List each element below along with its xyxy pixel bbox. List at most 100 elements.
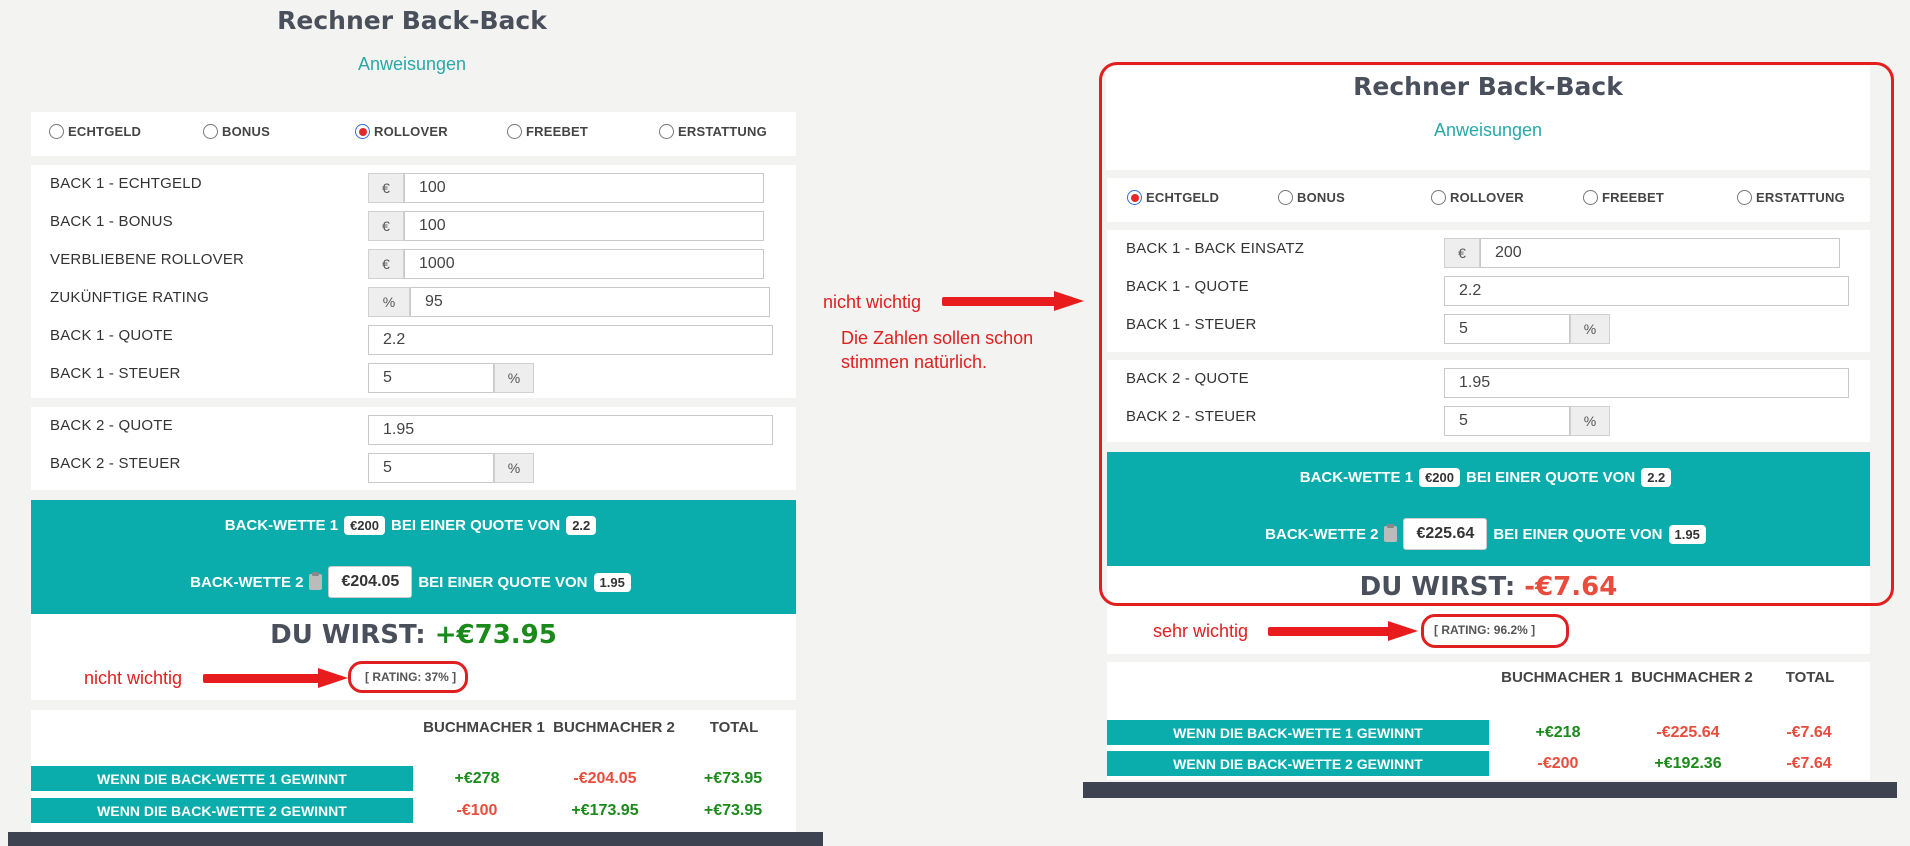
left-back2-card: BACK 2 - QUOTE 1.95 BACK 2 - STEUER 5 % (31, 407, 796, 490)
table-row-label: WENN DIE BACK-WETTE 2 GEWINNT (31, 798, 413, 823)
radio-circle[interactable] (659, 124, 674, 139)
left-radio-freebet[interactable]: FREEBET (507, 124, 588, 139)
radio-label: ECHTGELD (68, 124, 142, 139)
radio-label: ERSTATTUNG (678, 124, 767, 139)
bet-odds-label: BEI EINER QUOTE VON (418, 573, 588, 591)
left-back2-tax-input[interactable]: 5 (368, 453, 494, 483)
left-footer-bar (8, 832, 823, 846)
bet1-odds: 2.2 (566, 516, 597, 535)
left-back2-odds-input[interactable]: 1.95 (368, 415, 773, 445)
percent-addon: % (368, 287, 410, 317)
radio-circle[interactable] (355, 124, 370, 139)
table-header: TOTAL (709, 719, 759, 736)
table-header: BUCHMACHER 1 (423, 719, 545, 736)
table-cell: +€278 (454, 770, 500, 787)
left-result: DU WIRST: +€73.95 (31, 620, 796, 650)
left-back1-tax-field: 5 % (368, 363, 534, 393)
highlight-box (1099, 62, 1894, 606)
table-header: BUCHMACHER 1 (1501, 669, 1623, 686)
field-label: BACK 1 - QUOTE (50, 327, 173, 344)
annotation-label: nicht wichtig (823, 292, 922, 312)
left-bet-summary: BACK-WETTE 1 €200 BEI EINER QUOTE VON 2.… (31, 500, 796, 614)
table-header: BUCHMACHER 2 (1631, 669, 1753, 686)
bet1-amount: €200 (344, 516, 385, 535)
table-cell: +€73.95 (703, 770, 763, 787)
left-page-title: Rechner Back-Back (277, 6, 547, 35)
radio-label: BONUS (222, 124, 270, 139)
left-bet1-line: BACK-WETTE 1 €200 BEI EINER QUOTE VON 2.… (31, 516, 796, 535)
table-cell: +€218 (1535, 724, 1581, 741)
table-cell: -€7.64 (1786, 755, 1832, 772)
left-rating-input[interactable]: 95 (410, 287, 770, 317)
left-radio-bonus[interactable]: BONUS (203, 124, 270, 139)
field-label: BACK 2 - STEUER (50, 455, 181, 472)
annotation-label: nicht wichtig (84, 668, 183, 688)
bet-label: BACK-WETTE 1 (224, 517, 339, 534)
table-row-label: WENN DIE BACK-WETTE 1 GEWINNT (31, 766, 413, 791)
annotation-arrow-icon (942, 291, 1084, 311)
left-back1-card: BACK 1 - ECHTGELD € 100 BACK 1 - BONUS €… (31, 165, 796, 398)
radio-label: FREEBET (526, 124, 589, 139)
left-bonus-field: € 100 (368, 211, 764, 241)
field-label: VERBLIEBENE ROLLOVER (50, 251, 245, 268)
bet2-odds: 1.95 (593, 572, 631, 592)
annotation-arrow-icon (203, 668, 348, 688)
left-mode-radios: ECHTGELD BONUS ROLLOVER FREEBET ERSTATTU… (31, 112, 796, 156)
table-row-label: WENN DIE BACK-WETTE 1 GEWINNT (1107, 720, 1489, 745)
field-label: BACK 2 - QUOTE (50, 417, 173, 434)
table-cell: -€204.05 (573, 770, 637, 787)
bet-label: BACK-WETTE 2 (190, 573, 304, 591)
note-line: Die Zahlen sollen schon (841, 328, 1034, 348)
table-header: BUCHMACHER 2 (553, 719, 675, 736)
left-instructions-link[interactable]: Anweisungen (312, 54, 512, 75)
table-cell: -€100 (456, 802, 498, 819)
left-echtgeld-input[interactable]: 100 (404, 173, 764, 203)
left-back1-odds-input[interactable]: 2.2 (368, 325, 773, 355)
euro-addon: € (368, 173, 404, 203)
left-bet2-line: BACK-WETTE 2 €204.05 BEI EINER QUOTE VON… (31, 566, 796, 598)
highlight-oval (348, 661, 468, 693)
table-row-label: WENN DIE BACK-WETTE 2 GEWINNT (1107, 751, 1489, 776)
radio-circle[interactable] (203, 124, 218, 139)
field-label: BACK 1 - STEUER (50, 365, 181, 382)
left-rollover-input[interactable]: 1000 (404, 249, 764, 279)
field-label: BACK 1 - ECHTGELD (50, 175, 202, 192)
result-label: DU WIRST: (270, 620, 426, 650)
percent-addon: % (494, 363, 534, 393)
field-label: ZUKÜNFTIGE RATING (50, 289, 209, 306)
euro-addon: € (368, 211, 404, 241)
left-back2-tax-field: 5 % (368, 453, 534, 483)
table-cell: -€200 (1537, 755, 1579, 772)
table-cell: +€192.36 (1654, 755, 1722, 772)
left-radio-rollover[interactable]: ROLLOVER (355, 124, 448, 139)
right-footer-bar (1083, 782, 1897, 798)
euro-addon: € (368, 249, 404, 279)
bet2-amount-input[interactable]: €204.05 (328, 566, 413, 598)
table-cell: -€7.64 (1786, 724, 1832, 741)
radio-label: ROLLOVER (374, 124, 448, 139)
field-label: BACK 1 - BONUS (50, 213, 173, 230)
highlight-oval (1421, 614, 1569, 648)
left-radio-echtgeld[interactable]: ECHTGELD (49, 124, 141, 139)
left-echtgeld-field: € 100 (368, 173, 764, 203)
bet-odds-label: BEI EINER QUOTE VON (390, 517, 561, 534)
annotation-arrow-icon (1268, 621, 1418, 641)
left-rating-field: % 95 (368, 287, 770, 317)
left-radio-erstattung[interactable]: ERSTATTUNG (659, 124, 767, 139)
radio-circle[interactable] (507, 124, 522, 139)
table-cell: +€73.95 (703, 802, 763, 819)
percent-addon: % (494, 453, 534, 483)
left-back1-tax-input[interactable]: 5 (368, 363, 494, 393)
clipboard-icon[interactable] (309, 572, 323, 590)
left-bonus-input[interactable]: 100 (404, 211, 764, 241)
annotation-label: sehr wichtig (1153, 621, 1249, 641)
right-results-table: BUCHMACHER 1 BUCHMACHER 2 TOTAL WENN DIE… (1107, 662, 1870, 780)
result-value: +€73.95 (434, 620, 557, 650)
radio-circle[interactable] (49, 124, 64, 139)
left-rollover-field: € 1000 (368, 249, 764, 279)
table-cell: -€225.64 (1656, 724, 1720, 741)
table-cell: +€173.95 (571, 802, 639, 819)
table-header: TOTAL (1785, 669, 1835, 686)
note-line: stimmen natürlich. (841, 352, 988, 372)
left-results-table: BUCHMACHER 1 BUCHMACHER 2 TOTAL WENN DIE… (31, 710, 796, 834)
